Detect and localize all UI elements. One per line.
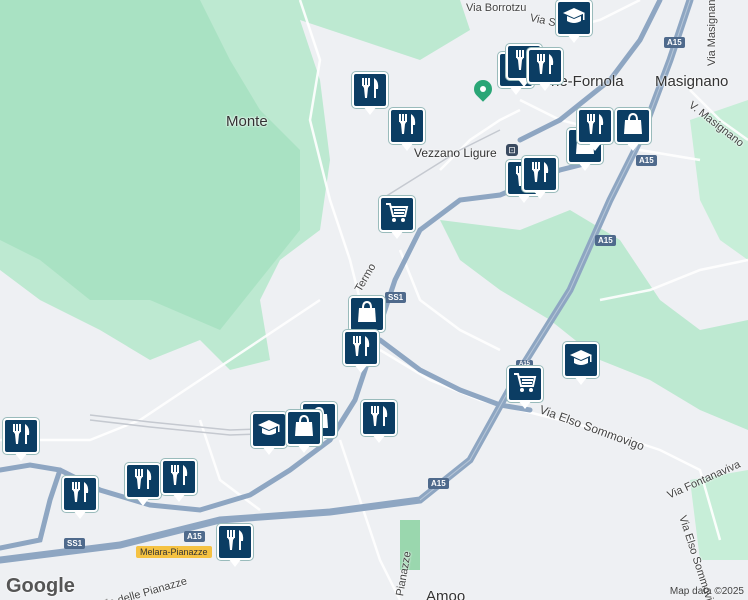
graduation-cap-icon bbox=[561, 3, 587, 34]
marker-pointer bbox=[574, 376, 588, 385]
google-logo: Google bbox=[6, 575, 75, 597]
poi-marker-restaurant[interactable] bbox=[343, 330, 379, 374]
fork-knife-icon bbox=[394, 111, 420, 142]
marker-pointer bbox=[354, 364, 368, 373]
fork-knife-icon bbox=[582, 111, 608, 142]
graduation-cap-icon bbox=[256, 415, 282, 446]
poi-marker-shopping[interactable] bbox=[286, 410, 322, 454]
fork-knife-icon bbox=[222, 527, 248, 558]
poi-marker-grocery[interactable] bbox=[507, 366, 543, 410]
poi-marker-school[interactable] bbox=[251, 412, 287, 456]
poi-marker-restaurant[interactable] bbox=[361, 400, 397, 444]
poi-marker-shopping[interactable] bbox=[615, 108, 651, 152]
poi-marker-restaurant[interactable] bbox=[3, 418, 39, 462]
poi-marker-restaurant[interactable] bbox=[217, 524, 253, 568]
place-label-vezzano-ligure: Vezzano Ligure bbox=[414, 146, 497, 160]
poi-marker-restaurant[interactable] bbox=[352, 72, 388, 116]
fork-knife-icon bbox=[8, 421, 34, 452]
poi-marker-restaurant[interactable] bbox=[389, 108, 425, 152]
street-label-via-borrotzu: Via Borrotzu bbox=[466, 2, 527, 14]
shopping-bag-icon bbox=[354, 299, 380, 330]
poi-marker-restaurant[interactable] bbox=[527, 48, 563, 92]
exit-label-melara-pianazze: Melara-Pianazze bbox=[136, 546, 212, 558]
marker-pointer bbox=[626, 142, 640, 151]
poi-marker-school[interactable] bbox=[563, 342, 599, 386]
poi-marker-restaurant[interactable] bbox=[522, 156, 558, 200]
road-shield-a15: A15 bbox=[664, 37, 685, 48]
marker-pointer bbox=[228, 558, 242, 567]
road-shield-ss1: SS1 bbox=[385, 292, 407, 303]
poi-marker-restaurant[interactable] bbox=[577, 108, 613, 152]
fork-knife-icon bbox=[532, 51, 558, 82]
place-label-masignano: Masignano bbox=[655, 73, 729, 90]
marker-pointer bbox=[372, 434, 386, 443]
map-data-attribution[interactable]: Map data ©2025 bbox=[670, 586, 744, 597]
shopping-bag-icon bbox=[291, 413, 317, 444]
graduation-cap-icon bbox=[568, 345, 594, 376]
place-label-amoo: Amoo bbox=[426, 588, 466, 600]
street-label-via-masignano: Via Masignano bbox=[706, 0, 718, 66]
marker-pointer bbox=[533, 190, 547, 199]
fork-knife-icon bbox=[357, 75, 383, 106]
fork-knife-icon bbox=[166, 462, 192, 493]
marker-pointer bbox=[578, 162, 592, 171]
poi-marker-school[interactable] bbox=[556, 0, 592, 44]
marker-pointer bbox=[518, 400, 532, 409]
poi-marker-restaurant[interactable] bbox=[62, 476, 98, 520]
map-canvas[interactable]: Monte Masignano ne-Fornola Vezzano Ligur… bbox=[0, 0, 748, 600]
marker-pointer bbox=[363, 106, 377, 115]
poi-marker-grocery[interactable] bbox=[379, 196, 415, 240]
marker-pointer bbox=[73, 510, 87, 519]
train-station-icon[interactable]: ⊡ bbox=[506, 144, 518, 156]
marker-pointer bbox=[14, 452, 28, 461]
marker-pointer bbox=[538, 82, 552, 91]
fork-knife-icon bbox=[366, 403, 392, 434]
fork-knife-icon bbox=[130, 466, 156, 497]
shopping-cart-icon bbox=[512, 369, 538, 400]
road-shield-a15: A15 bbox=[636, 155, 657, 166]
poi-marker-restaurant[interactable] bbox=[125, 463, 161, 507]
marker-pointer bbox=[172, 493, 186, 502]
poi-marker-restaurant[interactable] bbox=[161, 459, 197, 503]
shopping-cart-icon bbox=[384, 199, 410, 230]
fork-knife-icon bbox=[348, 333, 374, 364]
marker-pointer bbox=[588, 142, 602, 151]
marker-pointer bbox=[297, 444, 311, 453]
shopping-bag-icon bbox=[620, 111, 646, 142]
marker-pointer bbox=[400, 142, 414, 151]
road-shield-ss1: SS1 bbox=[64, 538, 86, 549]
fork-knife-icon bbox=[67, 479, 93, 510]
marker-pointer bbox=[136, 497, 150, 506]
marker-pointer bbox=[567, 34, 581, 43]
fork-knife-icon bbox=[527, 159, 553, 190]
road-shield-a15: A15 bbox=[595, 235, 616, 246]
marker-pointer bbox=[390, 230, 404, 239]
road-shield-a15: A15 bbox=[428, 478, 449, 489]
road-shield-a15: A15 bbox=[184, 531, 205, 542]
marker-pointer bbox=[262, 446, 276, 455]
place-label-monte: Monte bbox=[226, 113, 268, 130]
